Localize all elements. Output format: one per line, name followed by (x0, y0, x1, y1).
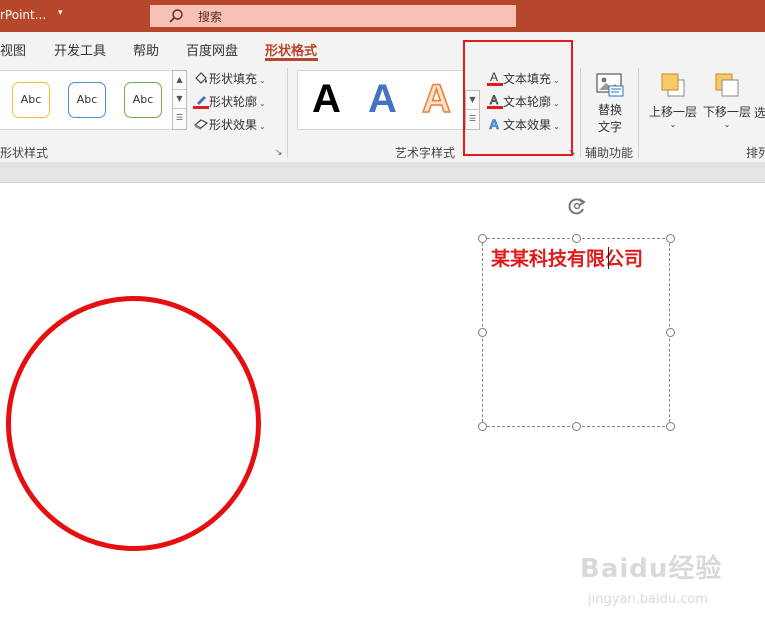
shape-effects-icon (193, 117, 209, 134)
wordart-sample-orange[interactable]: A (421, 75, 451, 123)
send-backward-icon (702, 70, 752, 103)
group-separator (638, 68, 639, 158)
tab-shape-format[interactable]: 形状格式 (265, 40, 317, 59)
tab-help[interactable]: 帮助 (133, 40, 159, 59)
chevron-down-icon: ⌄ (723, 120, 731, 129)
chevron-down-icon: ⌄ (259, 122, 266, 131)
resize-handle-top-right[interactable] (666, 234, 675, 243)
baidu-watermark-logo: Baidu经验 jingyan.baidu.com (580, 548, 723, 607)
title-bar: rPoint... ▾ 搜索 (0, 0, 765, 32)
watermark-url: jingyan.baidu.com (588, 592, 708, 607)
wordart-sample-blue[interactable]: A (368, 75, 397, 123)
text-cursor (608, 247, 609, 269)
ribbon-tabs: 视图 开发工具 帮助 百度网盘 形状格式 (0, 32, 765, 62)
wordart-sample-black[interactable]: A (312, 75, 341, 123)
shape-outline-button[interactable]: 形状轮廓 ⌄ (193, 93, 266, 112)
quick-access-caret[interactable]: ▾ (58, 8, 63, 18)
arrange-group-label: 排列 (746, 146, 765, 160)
shape-gallery-scroll: ▲ ▼ ☰ (172, 70, 187, 130)
shape-styles-group-label: 形状样式 (0, 146, 49, 160)
textbox-text[interactable]: 某某科技有限公司 (491, 244, 643, 271)
bring-forward-label: 上移一层 (648, 105, 697, 119)
resize-handle-bottom[interactable] (572, 422, 581, 431)
watermark-main-text: Baidu经验 (580, 554, 723, 584)
alt-text-icon (592, 72, 628, 101)
wordart-gallery: A A A (297, 70, 465, 130)
shape-style-thumb-yellow[interactable]: Abc (12, 82, 50, 118)
group-separator (580, 68, 581, 158)
shape-style-thumb-blue[interactable]: Abc (68, 82, 106, 118)
resize-handle-right[interactable] (666, 328, 675, 337)
search-box[interactable]: 搜索 (150, 5, 516, 27)
bring-forward-icon (648, 70, 698, 103)
resize-handle-bottom-right[interactable] (666, 422, 675, 431)
gallery-more-icon[interactable]: ☰ (173, 109, 186, 127)
wordart-styles-group-label: 艺术字样式 (395, 146, 456, 160)
alt-text-label-2: 文字 (597, 120, 622, 134)
rotate-handle-icon[interactable] (565, 194, 589, 221)
tab-developer[interactable]: 开发工具 (54, 40, 106, 59)
slide-area-top-strip (0, 168, 765, 183)
selection-pane-button[interactable]: 选 (754, 104, 765, 121)
shape-effects-button[interactable]: 形状效果 ⌄ (193, 116, 266, 134)
bring-forward-button[interactable]: 上移一层 ⌄ (648, 70, 698, 129)
red-circle-shape[interactable] (6, 296, 261, 551)
gallery-scroll-down-icon[interactable]: ▼ (173, 90, 186, 109)
shape-style-thumb-green[interactable]: Abc (124, 82, 162, 118)
gallery-scroll-up-icon[interactable]: ▲ (173, 71, 186, 90)
shape-outline-label: 形状轮廓 (209, 95, 258, 109)
accessibility-group-label: 辅助功能 (585, 146, 634, 160)
tab-view[interactable]: 视图 (0, 40, 26, 59)
dialog-launcher-icon[interactable]: ↘ (275, 148, 283, 158)
annotation-highlight-box (463, 40, 573, 156)
active-tab-underline (265, 58, 318, 61)
pen-outline-icon (193, 93, 209, 112)
resize-handle-bottom-left[interactable] (478, 422, 487, 431)
alt-text-label-1: 替换 (597, 103, 622, 117)
search-icon (168, 8, 184, 27)
group-separator (287, 68, 288, 158)
resize-handle-top[interactable] (572, 234, 581, 243)
paint-bucket-icon (193, 71, 209, 88)
search-placeholder: 搜索 (198, 10, 223, 24)
chevron-down-icon: ⌄ (669, 120, 677, 129)
alt-text-button[interactable]: 替换 文字 (592, 72, 628, 135)
resize-handle-top-left[interactable] (478, 234, 487, 243)
resize-handle-left[interactable] (478, 328, 487, 337)
shape-effects-label: 形状效果 (209, 118, 258, 132)
send-backward-button[interactable]: 下移一层 ⌄ (702, 70, 752, 129)
ribbon: Abc Abc Abc ▲ ▼ ☰ 形状填充 ⌄ 形状轮廓 ⌄ 形状效果 ⌄ 形状样式… (0, 62, 765, 162)
shape-fill-button[interactable]: 形状填充 ⌄ (193, 70, 266, 88)
shape-style-gallery: Abc Abc Abc (0, 70, 173, 130)
tab-baidu-netdisk[interactable]: 百度网盘 (186, 40, 238, 59)
app-title: rPoint... (0, 8, 47, 22)
shape-fill-label: 形状填充 (209, 72, 258, 86)
chevron-down-icon: ⌄ (259, 76, 266, 85)
chevron-down-icon: ⌄ (259, 99, 266, 108)
send-backward-label: 下移一层 (702, 105, 751, 119)
